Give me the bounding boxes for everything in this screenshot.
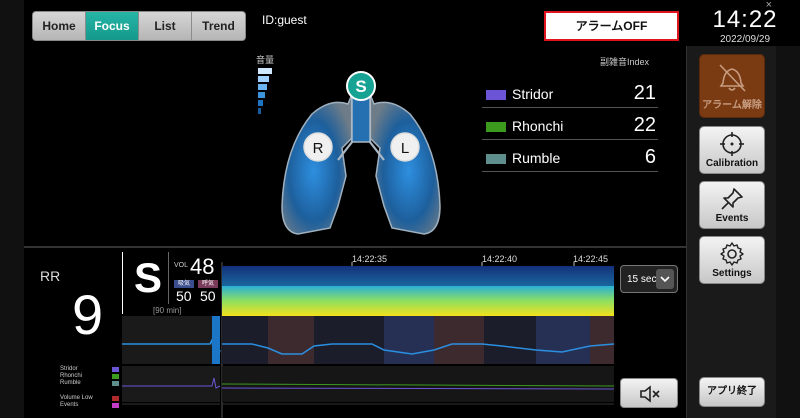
crosshair-icon [720,132,744,156]
app-exit-button[interactable]: アプリ終了 [699,377,765,407]
time-window-value: 15 sec [627,274,657,285]
lungs-diagram: S R L [281,71,441,235]
volume-label: 音量 [256,55,275,65]
rhonchi-label: Rhonchi [512,118,564,134]
tab-focus[interactable]: Focus [86,12,139,40]
rumble-value: 6 [644,146,656,168]
noise-row-rumble: Rumble 6 [482,146,658,172]
clock-time: 14:22 [712,6,778,33]
alarm-off-button[interactable]: アラームOFF [544,11,679,41]
user-id: ID:guest [262,13,307,27]
svg-text:S: S [355,77,366,96]
tab-trend[interactable]: Trend [192,12,245,40]
legend-stridor: Stridor [60,366,78,372]
calibration-label: Calibration [705,158,759,169]
clock: 14:22 2022/09/29 [690,0,800,46]
settings-label: Settings [712,268,752,279]
sidebar: アラーム解除 Calibration Events Settings アプリ終了 [686,46,776,418]
stridor-value: 21 [633,82,656,104]
stridor-swatch [486,90,506,100]
rr-value: 9 [72,283,104,346]
legend-events: Events [60,402,79,408]
events-label: Events [715,213,749,224]
svg-text:R: R [313,140,324,157]
rhonchi-value: 22 [633,114,656,136]
clock-date: 2022/09/29 [719,34,771,45]
noise-row-stridor: Stridor 21 [482,82,658,108]
legend-events-swatch [112,403,119,408]
settings-button[interactable]: Settings [699,236,765,284]
legend-stridor-swatch [112,367,119,372]
left-margin [0,0,24,418]
noise-index-label: 副雑音Index [600,57,650,67]
svg-text:L: L [401,140,409,157]
time-window-select[interactable]: 15 sec [620,265,678,293]
alarm-release-button[interactable]: アラーム解除 [699,54,765,118]
waveform-display [122,262,614,418]
calibration-button[interactable]: Calibration [699,126,765,174]
gear-icon [720,242,744,266]
right-margin [776,46,800,418]
rr-label: RR [40,268,61,284]
legend-rumble: Rumble [60,380,81,386]
rhonchi-swatch [486,122,506,132]
rumble-label: Rumble [512,150,561,166]
speaker-mute-icon [640,385,660,403]
tab-bar: Home Focus List Trend [32,11,246,41]
alarm-release-label: アラーム解除 [702,100,762,111]
legend-rhonchi-swatch [112,374,119,379]
bell-off-icon [719,64,746,92]
legend-rhonchi: Rhonchi [60,373,83,379]
tab-list[interactable]: List [139,12,192,40]
legend-volume-low: Volume Low [60,395,93,401]
events-button[interactable]: Events [699,181,765,229]
chevron-down-icon[interactable] [656,269,674,289]
noise-row-rhonchi: Rhonchi 22 [482,114,658,140]
tab-home[interactable]: Home [33,12,86,40]
close-icon[interactable]: × [766,0,772,11]
legend-volume-low-swatch [112,396,119,401]
mute-button[interactable] [620,378,678,408]
pin-icon [721,188,743,210]
stridor-label: Stridor [512,86,554,102]
rumble-swatch [486,154,506,164]
volume-meter [258,68,272,114]
legend-rumble-swatch [112,381,119,386]
